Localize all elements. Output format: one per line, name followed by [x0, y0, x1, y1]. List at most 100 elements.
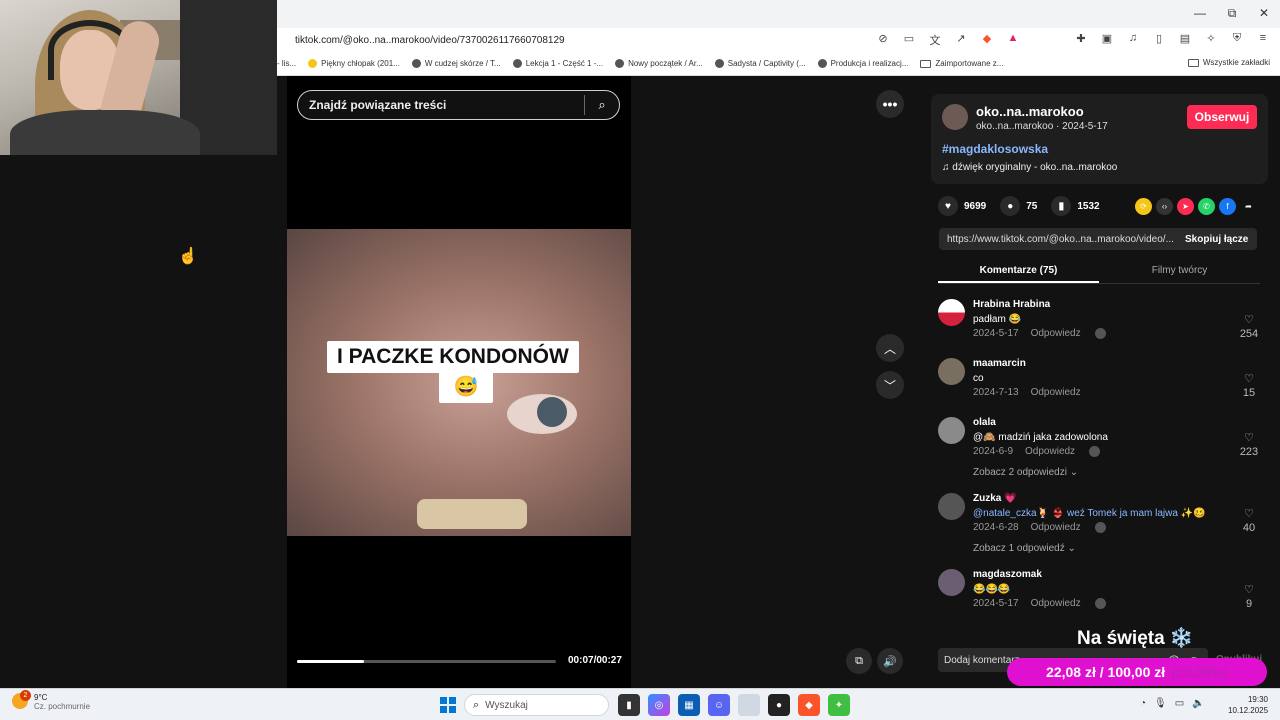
floating-player-button[interactable]: ⧉	[846, 648, 872, 674]
comment-like-icon[interactable]: ♡	[1238, 583, 1260, 596]
reply-button[interactable]: Odpowiedz	[1031, 328, 1081, 339]
share-link-text[interactable]: https://www.tiktok.com/@oko..na..marokoo…	[947, 234, 1173, 245]
file-icon[interactable]	[738, 694, 760, 716]
bookmark-item[interactable]: Produkcja i realizacj...	[817, 59, 908, 68]
like-stat[interactable]: ♥ 9699	[938, 196, 986, 216]
brave-rewards-icon[interactable]: ▲	[1006, 32, 1020, 48]
related-search-input[interactable]: Znajdź powiązane treści ⌕	[297, 90, 620, 120]
bookmark-item[interactable]: Piękny chłopak (201...	[308, 59, 400, 68]
weather-widget[interactable]: 2 9°C Cz. pochmurnie	[12, 690, 90, 711]
share-arrow-icon[interactable]: ➦	[1240, 198, 1257, 215]
commenter-avatar[interactable]	[938, 299, 965, 326]
comment-stat[interactable]: ● 75	[1000, 196, 1037, 216]
brave-icon[interactable]: ◆	[798, 694, 820, 716]
video-progress-bar[interactable]	[297, 660, 556, 663]
previous-video-button[interactable]: ︿	[876, 334, 904, 362]
minimize-button[interactable]: —	[1185, 6, 1215, 20]
view-replies-button[interactable]: Zobacz 2 odpowiedzi ⌄	[973, 467, 1078, 478]
comment-like-icon[interactable]: ♡	[1238, 313, 1260, 326]
bookmark-item[interactable]: Lekcja 1 - Część 1 -...	[512, 59, 603, 68]
tab-creator-videos[interactable]: Filmy twórcy	[1099, 260, 1260, 283]
bookmark-item[interactable]: Zaimportowane z...	[920, 59, 1003, 68]
menu-icon[interactable]: ≡	[1256, 32, 1270, 48]
repost-icon[interactable]: ⟳	[1135, 198, 1152, 215]
author-avatar[interactable]	[942, 104, 968, 130]
bookmark-favicon-icon	[308, 59, 318, 68]
tab-comments[interactable]: Komentarze (75)	[938, 260, 1099, 283]
embed-icon[interactable]: ‹›	[1156, 198, 1173, 215]
reply-button[interactable]: Odpowiedz	[1025, 446, 1075, 457]
no-tracking-icon[interactable]: ⊘	[876, 32, 890, 48]
commenter-avatar[interactable]	[938, 569, 965, 596]
cast-icon[interactable]: ▭	[902, 32, 916, 48]
restore-button[interactable]: ⧉	[1217, 6, 1247, 21]
creator-like-icon	[1094, 522, 1106, 533]
commenter-name[interactable]: maamarcin	[973, 358, 1026, 369]
comment-tabs: Komentarze (75) Filmy twórcy	[938, 260, 1260, 284]
leo-icon[interactable]: ✧	[1204, 32, 1218, 48]
display-icon[interactable]: ▭	[1175, 698, 1184, 709]
close-button[interactable]: ✕	[1249, 6, 1279, 20]
mic-icon[interactable]: 🎙	[1154, 698, 1167, 709]
author-name[interactable]: oko..na..marokoo	[976, 104, 1084, 119]
music-icon[interactable]: ♫	[1126, 32, 1140, 48]
whatsapp-icon[interactable]: ✆	[1198, 198, 1215, 215]
view-replies-button[interactable]: Zobacz 1 odpowiedź ⌄	[973, 543, 1076, 554]
sound-link[interactable]: ♫ dźwięk oryginalny - oko..na..marokoo	[942, 162, 1117, 173]
commenter-avatar[interactable]	[938, 493, 965, 520]
share-icon[interactable]: ↗	[954, 32, 968, 48]
wallet-icon[interactable]: ▤	[1178, 32, 1192, 48]
brave-shield-icon[interactable]: ◆	[980, 32, 994, 48]
hand-cursor-icon: ☝	[178, 248, 198, 265]
reply-button[interactable]: Odpowiedz	[1031, 387, 1081, 398]
start-button[interactable]	[440, 697, 456, 713]
hashtag-link[interactable]: #magdaklosowska	[942, 142, 1048, 156]
commenter-name[interactable]: magdaszomak	[973, 569, 1042, 580]
network-icon[interactable]: ◔	[1140, 698, 1146, 709]
commenter-name[interactable]: Hrabina Hrabina	[973, 299, 1050, 310]
more-options-button[interactable]: •••	[876, 90, 904, 118]
commenter-name[interactable]: Zuzka 💗	[973, 493, 1017, 504]
address-bar[interactable]: tiktok.com/@oko..na..marokoo/video/73700…	[277, 28, 1280, 52]
task-view-icon[interactable]: ▮	[618, 694, 640, 716]
commenter-avatar[interactable]	[938, 417, 965, 444]
volume-button[interactable]: 🔊	[877, 648, 903, 674]
copy-link-button[interactable]: Skopiuj łącze	[1185, 234, 1248, 245]
url-text[interactable]: tiktok.com/@oko..na..marokoo/video/73700…	[295, 35, 565, 46]
next-video-button[interactable]: ﹀	[876, 371, 904, 399]
send-icon[interactable]: ➤	[1177, 198, 1194, 215]
app-icon[interactable]: ●	[768, 694, 790, 716]
comment-like-icon[interactable]: ♡	[1238, 372, 1260, 385]
translate-icon[interactable]: 文	[928, 32, 942, 48]
reply-button[interactable]: Odpowiedz	[1031, 522, 1081, 533]
bookmark-item[interactable]: W cudzej skórze / T...	[411, 59, 501, 68]
taskbar-search-input[interactable]: ⌕ Wyszukaj	[464, 694, 609, 716]
extensions-icon[interactable]: ✚	[1074, 32, 1088, 48]
facebook-icon[interactable]: f	[1219, 198, 1236, 215]
tab-icon[interactable]: ▣	[1100, 32, 1114, 48]
bookmark-item[interactable]: Nowy początek / Ar...	[615, 59, 703, 68]
right-panel: oko..na..marokoo oko..na..marokoo · 2024…	[918, 76, 1280, 688]
bookmark-item[interactable]: - lis...	[277, 59, 296, 68]
bookmark-item[interactable]: Sadysta / Captivity (...	[714, 59, 806, 68]
commenter-name[interactable]: olala	[973, 417, 996, 428]
comment-like-count: 254	[1239, 328, 1259, 340]
reply-button[interactable]: Odpowiedz	[1031, 598, 1081, 609]
search-icon[interactable]: ⌕	[585, 97, 619, 113]
store-icon[interactable]: ▦	[678, 694, 700, 716]
comment-like-count: 15	[1242, 387, 1256, 399]
speaker-icon[interactable]: 🔈	[1192, 698, 1204, 709]
discord-icon[interactable]: ☺	[708, 694, 730, 716]
commenter-avatar[interactable]	[938, 358, 965, 385]
copilot-icon[interactable]: ◎	[648, 694, 670, 716]
vpn-icon[interactable]: ⛨	[1230, 32, 1244, 48]
taskbar-clock[interactable]: 19:30 10.12.2025	[1228, 694, 1268, 716]
save-stat[interactable]: ▮ 1532	[1051, 196, 1100, 216]
app-green-icon[interactable]: ✦	[828, 694, 850, 716]
comment-like-icon[interactable]: ♡	[1238, 431, 1260, 444]
comment-like-icon[interactable]: ♡	[1238, 507, 1260, 520]
follow-button[interactable]: Obserwuj	[1187, 105, 1257, 129]
sidebar-icon[interactable]: ▯	[1152, 32, 1166, 48]
all-bookmarks-button[interactable]: Wszystkie zakładki	[1187, 58, 1270, 67]
taskbar-apps: ▮ ◎ ▦ ☺ ● ◆ ✦	[618, 694, 850, 716]
